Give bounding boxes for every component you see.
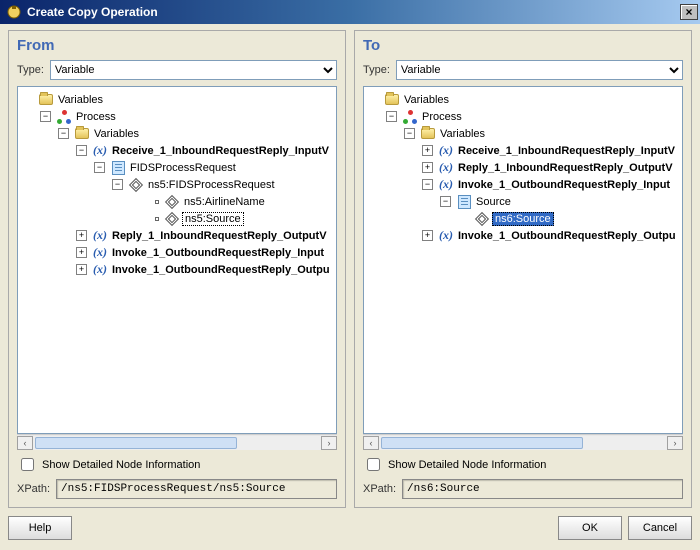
from-xpath-input[interactable] (56, 479, 337, 499)
app-icon (6, 4, 22, 20)
titlebar: Create Copy Operation × (0, 0, 700, 24)
toggle-icon[interactable]: − (386, 111, 397, 122)
toggle-icon[interactable]: − (94, 162, 105, 173)
element-icon (164, 194, 180, 210)
to-heading: To (363, 37, 683, 54)
process-icon (56, 109, 72, 125)
tree-item[interactable]: Invoke_1_OutboundRequestReply_Input (456, 179, 672, 191)
from-pane: From Type: Variable Variables −Process (8, 30, 346, 508)
tree-item-selected[interactable]: ns5:Source (182, 212, 244, 226)
tree-item[interactable]: FIDSProcessRequest (128, 162, 238, 174)
tree-root-label: Variables (56, 94, 105, 106)
tree-item[interactable]: Invoke_1_OutboundRequestReply_Outpu (456, 230, 678, 242)
to-xpath-label: XPath: (363, 483, 396, 495)
from-heading: From (17, 37, 337, 54)
to-xpath-input[interactable] (402, 479, 683, 499)
tree-root-label: Variables (402, 94, 451, 106)
tree-vars-label: Variables (438, 128, 487, 140)
toggle-icon[interactable]: + (76, 247, 87, 258)
scroll-thumb[interactable] (381, 437, 583, 449)
document-icon (456, 194, 472, 210)
to-type-select[interactable]: Variable (396, 60, 683, 80)
help-button[interactable]: Help (8, 516, 72, 540)
from-scrollbar[interactable]: ‹ › (17, 434, 337, 450)
toggle-icon[interactable]: + (422, 230, 433, 241)
tree-item[interactable]: Reply_1_InboundRequestReply_OutputV (110, 230, 329, 242)
tree-item[interactable]: Receive_1_InboundRequestReply_InputV (456, 145, 677, 157)
to-show-detail-checkbox[interactable] (367, 458, 380, 471)
scroll-right-icon[interactable]: › (321, 436, 337, 450)
to-type-label: Type: (363, 64, 390, 76)
toggle-icon[interactable]: − (58, 128, 69, 139)
tree-process-label: Process (74, 111, 118, 123)
tree-item[interactable]: Reply_1_InboundRequestReply_OutputV (456, 162, 675, 174)
tree-item[interactable]: Source (474, 196, 513, 208)
from-show-detail-label: Show Detailed Node Information (42, 459, 200, 471)
tree-item-selected[interactable]: ns6:Source (492, 212, 554, 226)
variable-icon: x (438, 228, 454, 244)
variable-icon: x (92, 262, 108, 278)
toggle-icon[interactable]: + (76, 230, 87, 241)
scroll-thumb[interactable] (35, 437, 237, 449)
toggle-icon[interactable]: + (76, 264, 87, 275)
button-bar: Help OK Cancel (8, 516, 692, 540)
element-icon (474, 211, 490, 227)
tree-item[interactable]: ns5:FIDSProcessRequest (146, 179, 277, 191)
folder-icon (420, 126, 436, 142)
toggle-icon[interactable]: − (40, 111, 51, 122)
tree-process-label: Process (420, 111, 464, 123)
variable-icon: x (92, 228, 108, 244)
to-pane: To Type: Variable Variables −Process (354, 30, 692, 508)
from-xpath-label: XPath: (17, 483, 50, 495)
document-icon (110, 160, 126, 176)
toggle-icon[interactable]: + (422, 162, 433, 173)
from-type-select[interactable]: Variable (50, 60, 337, 80)
variable-icon: x (92, 143, 108, 159)
attribute-icon (146, 194, 162, 210)
attribute-icon (146, 211, 162, 227)
toggle-icon[interactable]: − (440, 196, 451, 207)
from-tree[interactable]: Variables −Process −Variables −x (17, 86, 337, 434)
cancel-button[interactable]: Cancel (628, 516, 692, 540)
folder-icon (74, 126, 90, 142)
toggle-icon[interactable]: − (404, 128, 415, 139)
tree-item[interactable]: Receive_1_InboundRequestReply_InputV (110, 145, 331, 157)
folder-icon (38, 92, 54, 108)
to-tree[interactable]: Variables −Process −Variables +xReceive_… (363, 86, 683, 434)
close-button[interactable]: × (680, 4, 698, 20)
to-scrollbar[interactable]: ‹ › (363, 434, 683, 450)
ok-button[interactable]: OK (558, 516, 622, 540)
toggle-icon[interactable]: − (76, 145, 87, 156)
toggle-icon[interactable]: − (112, 179, 123, 190)
dialog-body: From Type: Variable Variables −Process (0, 24, 700, 550)
element-icon (128, 177, 144, 193)
tree-item[interactable]: Invoke_1_OutboundRequestReply_Outpu (110, 264, 332, 276)
variable-icon: x (438, 143, 454, 159)
from-type-label: Type: (17, 64, 44, 76)
variable-icon: x (92, 245, 108, 261)
scroll-left-icon[interactable]: ‹ (363, 436, 379, 450)
tree-item[interactable]: Invoke_1_OutboundRequestReply_Input (110, 247, 326, 259)
process-icon (402, 109, 418, 125)
scroll-right-icon[interactable]: › (667, 436, 683, 450)
scroll-left-icon[interactable]: ‹ (17, 436, 33, 450)
toggle-icon[interactable]: − (422, 179, 433, 190)
to-show-detail-label: Show Detailed Node Information (388, 459, 546, 471)
variable-icon: x (438, 177, 454, 193)
folder-icon (384, 92, 400, 108)
tree-vars-label: Variables (92, 128, 141, 140)
toggle-icon[interactable]: + (422, 145, 433, 156)
from-show-detail-checkbox[interactable] (21, 458, 34, 471)
tree-item[interactable]: ns5:AirlineName (182, 196, 267, 208)
element-icon (164, 211, 180, 227)
variable-icon: x (438, 160, 454, 176)
window-title: Create Copy Operation (27, 5, 680, 19)
